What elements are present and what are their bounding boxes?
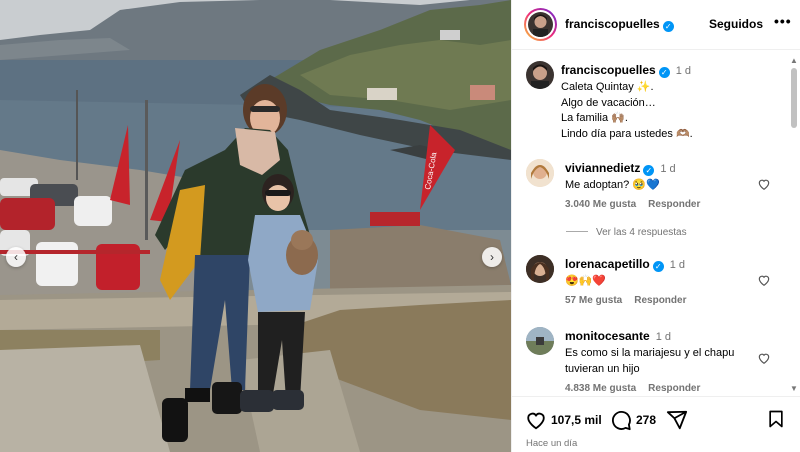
comment-meta: 4.838 Me gusta Responder [565, 383, 700, 394]
comment-text: Me adoptan? 🥹💙 [565, 179, 660, 191]
comment-meta: 3.040 Me gusta Responder [565, 199, 700, 210]
commenter-avatar[interactable] [526, 327, 554, 355]
reply-button[interactable]: Responder [634, 295, 686, 306]
carousel-prev-button[interactable]: ‹ [6, 247, 26, 267]
post-header: franciscopuelles ✓ Seguidos ••• [512, 0, 800, 50]
caption-text: Caleta Quintay ✨. Algo de vacación… La f… [561, 80, 693, 142]
commenter-avatar[interactable] [526, 159, 554, 187]
comment-count[interactable]: 278 [636, 413, 656, 427]
comment-time: 1 d [669, 259, 685, 271]
comment-meta: 57 Me gusta Responder [565, 295, 686, 306]
scroll-down-arrow-icon[interactable]: ▼ [790, 384, 798, 393]
commenter-username[interactable]: viviannedietz [565, 161, 640, 175]
reply-button[interactable]: Responder [648, 383, 700, 394]
verified-icon: ✓ [643, 165, 655, 176]
view-replies-label: Ver las 4 respuestas [596, 227, 687, 238]
caption-line: La familia 🙌🏽. [561, 112, 628, 124]
comments-scroll-area[interactable]: franciscopuelles ✓ 1 d Caleta Quintay ✨. A… [512, 51, 800, 395]
verified-icon: ✓ [662, 21, 674, 32]
commenter-username[interactable]: lorenacapetillo [565, 257, 650, 271]
verified-icon: ✓ [652, 261, 664, 272]
post-actions-bar: 107,5 mil 278 Hace un día [512, 396, 800, 452]
commenter-avatar[interactable] [526, 255, 554, 283]
caption-avatar[interactable] [526, 61, 554, 89]
comment-likes[interactable]: 57 Me gusta [565, 295, 622, 306]
save-bookmark-icon[interactable] [766, 409, 786, 429]
comment-text: 😍🙌❤️ [565, 275, 607, 287]
comment-time: 1 d [655, 331, 671, 343]
following-button[interactable]: Seguidos [709, 17, 763, 31]
commenter-username[interactable]: monitocesante [565, 329, 650, 343]
reply-button[interactable]: Responder [648, 199, 700, 210]
comments-scrollbar[interactable]: ▲ ▼ [790, 56, 798, 394]
caption-line: Algo de vacación… [561, 96, 656, 109]
share-send-icon[interactable] [666, 409, 688, 431]
like-count[interactable]: 107,5 mil [551, 413, 602, 427]
view-replies-button[interactable]: Ver las 4 respuestas [566, 227, 687, 238]
like-heart-icon[interactable] [525, 409, 547, 431]
scrollbar-thumb[interactable] [791, 68, 797, 128]
comment-like-icon[interactable] [757, 177, 771, 191]
scroll-up-arrow-icon[interactable]: ▲ [790, 56, 798, 65]
comment-bubble-icon[interactable] [610, 409, 632, 431]
post-side-panel: franciscopuelles ✓ Seguidos ••• francisco… [511, 0, 800, 452]
more-options-icon[interactable]: ••• [774, 13, 792, 29]
comment-like-icon[interactable] [757, 351, 771, 365]
caption-time: 1 d [675, 65, 692, 77]
comment-likes[interactable]: 4.838 Me gusta [565, 383, 636, 394]
comment-text: Es como si la mariajesu y el chapu tuvie… [565, 347, 735, 375]
post-photo-image: Coca-Cola [0, 0, 511, 452]
caption-username[interactable]: franciscopuelles [561, 63, 656, 77]
caption-line: Caleta Quintay ✨. [561, 81, 654, 93]
caption-line: Lindo día para ustedes 🫶🏽. [561, 127, 693, 140]
author-username[interactable]: franciscopuelles [565, 17, 660, 31]
comment-likes[interactable]: 3.040 Me gusta [565, 199, 636, 210]
comment-like-icon[interactable] [757, 273, 771, 287]
verified-icon: ✓ [658, 67, 670, 78]
author-avatar[interactable] [524, 8, 557, 41]
post-timestamp: Hace un día [526, 438, 578, 449]
post-photo[interactable]: Coca-Cola ‹ › [0, 0, 511, 452]
comment-time: 1 d [660, 163, 676, 175]
carousel-next-button[interactable]: › [482, 247, 502, 267]
